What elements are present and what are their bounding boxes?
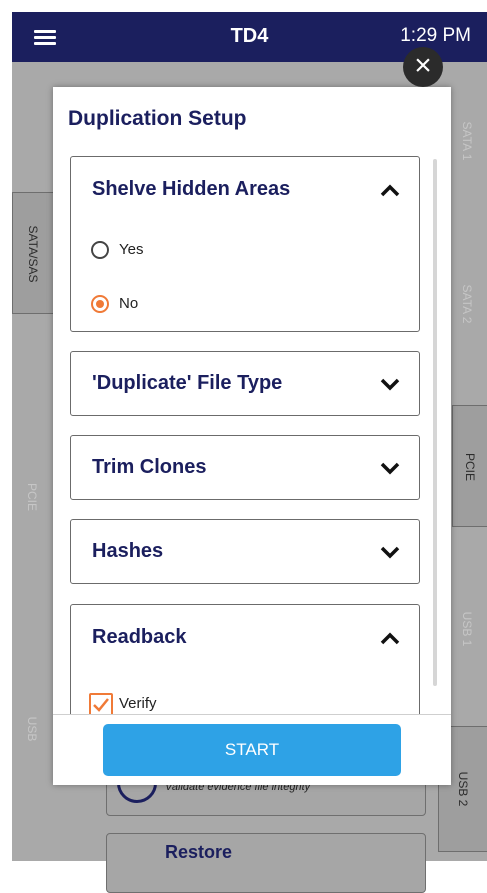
radio-label-yes: Yes xyxy=(119,241,144,258)
restore-card-label: Restore xyxy=(165,842,233,862)
duplication-setup-dialog: Duplication Setup Shelve Hidden Areas Ye… xyxy=(53,87,451,785)
section-title[interactable]: Readback xyxy=(92,626,187,649)
section-hashes[interactable]: Hashes xyxy=(70,519,420,584)
chevron-down-icon[interactable] xyxy=(379,545,401,559)
left-tab-label: SATA/SAS xyxy=(26,225,40,283)
right-tab-label: SATA 2 xyxy=(460,284,474,324)
radio-label-no: No xyxy=(119,295,139,312)
section-title: 'Duplicate' File Type xyxy=(92,372,283,394)
start-button[interactable]: START xyxy=(103,724,401,776)
left-tab-label: PCIE xyxy=(25,482,39,511)
section-shelve-hidden-areas: Shelve Hidden Areas Yes No xyxy=(70,156,420,332)
section-trim-clones[interactable]: Trim Clones xyxy=(70,435,420,500)
section-duplicate-file-type[interactable]: 'Duplicate' File Type xyxy=(70,351,420,416)
radio-yes[interactable] xyxy=(91,241,109,259)
checkmark-icon xyxy=(93,698,109,712)
radio-no[interactable] xyxy=(91,295,109,313)
verify-checkbox-label: Verify xyxy=(119,695,157,712)
dialog-title: Duplication Setup xyxy=(68,107,247,130)
chevron-up-icon[interactable] xyxy=(379,631,401,645)
section-title[interactable]: Shelve Hidden Areas xyxy=(92,178,290,201)
dialog-footer: START xyxy=(53,714,451,785)
clock: 1:29 PM xyxy=(400,25,471,46)
right-tab-label: SATA 1 xyxy=(460,121,474,161)
chevron-down-icon[interactable] xyxy=(379,377,401,391)
chevron-up-icon[interactable] xyxy=(379,183,401,197)
section-title: Trim Clones xyxy=(92,456,207,478)
left-tab-sata-sas: SATA/SAS xyxy=(12,192,54,314)
right-tab-pcie: PCIE xyxy=(452,405,487,527)
section-title: Hashes xyxy=(92,540,164,562)
left-tab-label: USB xyxy=(25,716,39,742)
restore-card: Restore xyxy=(106,833,426,893)
close-icon[interactable]: × xyxy=(403,47,443,87)
right-tab-label: USB 1 xyxy=(460,611,474,647)
scrollbar[interactable] xyxy=(433,159,437,686)
right-tab-label: USB 2 xyxy=(456,771,470,807)
chevron-down-icon[interactable] xyxy=(379,461,401,475)
right-tab-label: PCIE xyxy=(463,452,477,481)
